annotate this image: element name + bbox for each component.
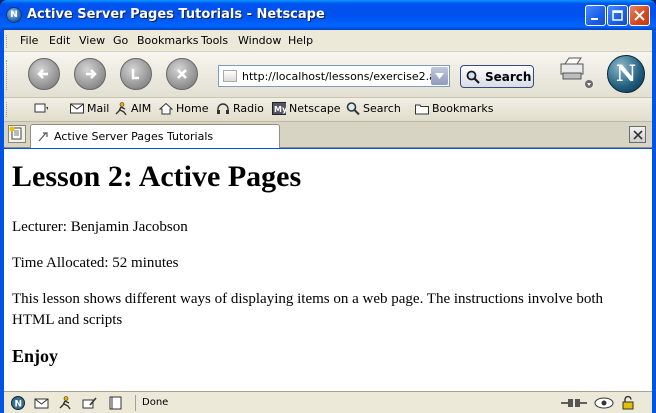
personal-item-netscape[interactable]: My Netscape — [272, 102, 341, 115]
minimize-button[interactable] — [585, 5, 606, 26]
maximize-icon — [612, 10, 623, 21]
url-text: http://localhost/lessons/exercise2.asp — [242, 70, 449, 83]
personal-item-label: Search — [363, 102, 401, 115]
browser-window: N Active Server Pages Tutorials - Netsca… — [0, 0, 656, 413]
magnifier-icon — [346, 102, 360, 115]
close-tab-button[interactable] — [629, 126, 646, 143]
navigator-icon[interactable]: N — [10, 396, 26, 410]
magnifier-icon — [466, 70, 480, 84]
mail-icon[interactable] — [34, 396, 50, 410]
tab-bar: Active Server Pages Tutorials — [4, 122, 652, 148]
url-dropdown-button[interactable] — [431, 67, 448, 85]
popup-blocker-icon[interactable] — [594, 396, 614, 410]
close-icon — [632, 129, 643, 140]
personal-item-radio[interactable]: Radio — [216, 102, 264, 115]
menu-file[interactable]: File — [20, 34, 38, 47]
printer-icon — [560, 57, 593, 88]
print-button[interactable] — [557, 56, 597, 92]
status-text: Done — [135, 395, 555, 411]
headphones-icon — [217, 103, 229, 114]
forward-button[interactable] — [74, 58, 106, 90]
personal-item-mail[interactable]: Mail — [70, 102, 109, 115]
search-button-label: Search — [485, 69, 532, 84]
menu-go[interactable]: Go — [113, 34, 128, 47]
status-bar: N Done — [4, 391, 652, 413]
menu-tools[interactable]: Tools — [201, 34, 228, 47]
time-allocated-text: Time Allocated: 52 minutes — [12, 255, 179, 271]
page-content: Lesson 2: Active Pages Lecturer: Benjami… — [4, 149, 652, 391]
personal-item-aim[interactable]: AIM — [114, 102, 151, 115]
svg-text:My: My — [274, 105, 286, 114]
back-arrow-icon — [37, 69, 48, 79]
personal-item-label: Mail — [87, 102, 110, 115]
aim-runner-icon — [115, 102, 127, 115]
connection-status-icon[interactable] — [560, 396, 588, 410]
lesson-description: This lesson shows different ways of disp… — [12, 291, 604, 328]
toolbar-menu-button[interactable] — [34, 102, 48, 115]
toolbar-grip[interactable] — [6, 35, 10, 48]
window-title: Active Server Pages Tutorials - Netscape — [27, 7, 325, 22]
chevron-down-icon — [435, 73, 444, 79]
navigation-toolbar: http://localhost/lessons/exercise2.asp S… — [4, 52, 652, 98]
personal-item-label: Netscape — [289, 102, 341, 115]
personal-item-label: Home — [176, 102, 209, 115]
reload-button[interactable] — [120, 58, 152, 90]
personal-item-label: Radio — [233, 102, 264, 115]
minimize-icon — [591, 18, 598, 20]
maximize-button[interactable] — [607, 5, 628, 26]
address-book-icon[interactable] — [108, 396, 124, 410]
page-icon — [38, 131, 48, 141]
toolbar-grip[interactable] — [6, 102, 10, 117]
netscape-logo[interactable]: N — [607, 55, 645, 93]
closing-heading: Enjoy — [12, 346, 59, 366]
forward-arrow-icon — [86, 69, 97, 79]
menu-view[interactable]: View — [79, 34, 105, 47]
personal-item-home[interactable]: Home — [159, 102, 208, 115]
tab-active[interactable]: Active Server Pages Tutorials — [30, 124, 280, 148]
new-tab-icon — [9, 126, 22, 140]
aim-runner-icon[interactable] — [58, 396, 74, 410]
home-icon — [159, 102, 173, 115]
title-bar[interactable]: N Active Server Pages Tutorials - Netsca… — [0, 0, 656, 30]
toolbar-menu-icon — [34, 103, 48, 113]
new-tab-button[interactable] — [8, 125, 26, 143]
folder-icon — [415, 104, 429, 115]
composer-icon[interactable] — [82, 396, 98, 410]
toolbar-grip[interactable] — [6, 60, 10, 90]
netscape-app-icon[interactable]: N — [6, 7, 22, 23]
my-netscape-icon: My — [272, 102, 286, 115]
back-button[interactable] — [28, 58, 60, 90]
menu-bar: File Edit View Go Bookmarks Tools Window… — [4, 30, 652, 52]
personal-toolbar: Mail AIM Home Radio My Netscape Search B… — [4, 98, 652, 122]
stop-icon — [177, 69, 187, 79]
personal-item-search[interactable]: Search — [346, 102, 401, 115]
personal-item-label: AIM — [131, 102, 152, 115]
menu-help[interactable]: Help — [288, 34, 313, 47]
tab-label: Active Server Pages Tutorials — [54, 130, 214, 143]
personal-item-label: Bookmarks — [432, 102, 494, 115]
lecturer-text: Lecturer: Benjamin Jacobson — [12, 219, 188, 235]
search-button[interactable]: Search — [460, 65, 534, 88]
reload-icon — [131, 69, 139, 80]
url-field[interactable]: http://localhost/lessons/exercise2.asp — [218, 65, 450, 87]
security-lock-icon[interactable] — [620, 396, 636, 410]
menu-edit[interactable]: Edit — [49, 34, 70, 47]
stop-button[interactable] — [166, 58, 198, 90]
page-favicon-icon — [223, 70, 237, 82]
svg-text:N: N — [15, 400, 23, 410]
menu-bookmarks[interactable]: Bookmarks — [137, 34, 198, 47]
personal-item-bookmarks[interactable]: Bookmarks — [415, 102, 493, 115]
close-icon — [634, 10, 645, 21]
close-button[interactable] — [629, 5, 650, 26]
page-heading: Lesson 2: Active Pages — [12, 160, 302, 193]
menu-window[interactable]: Window — [238, 34, 281, 47]
mail-icon — [70, 103, 84, 114]
